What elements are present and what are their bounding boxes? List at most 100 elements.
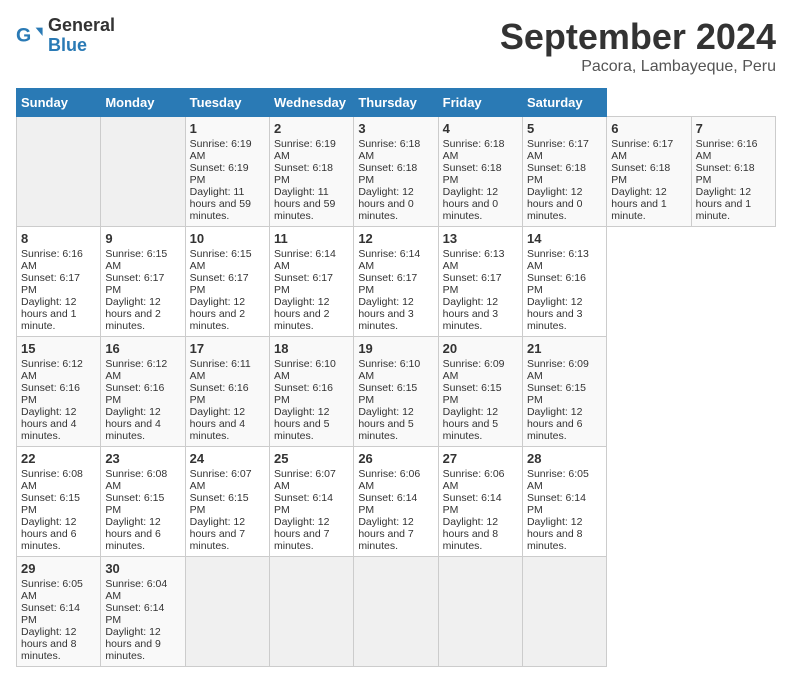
sunrise-text: Sunrise: 6:05 AM — [21, 578, 83, 602]
sunrise-text: Sunrise: 6:18 AM — [358, 138, 420, 162]
title-area: September 2024 Pacora, Lambayeque, Peru — [500, 16, 776, 76]
daylight-text: Daylight: 12 hours and 6 minutes. — [21, 516, 76, 552]
sunrise-text: Sunrise: 6:08 AM — [105, 468, 167, 492]
calendar-week-row: 1Sunrise: 6:19 AMSunset: 6:19 PMDaylight… — [17, 117, 776, 227]
sunset-text: Sunset: 6:15 PM — [105, 492, 164, 516]
calendar-cell: 15Sunrise: 6:12 AMSunset: 6:16 PMDayligh… — [17, 337, 101, 447]
sunrise-text: Sunrise: 6:12 AM — [105, 358, 167, 382]
day-number: 20 — [443, 341, 518, 356]
daylight-text: Daylight: 12 hours and 2 minutes. — [190, 296, 245, 332]
calendar-cell: 14Sunrise: 6:13 AMSunset: 6:16 PMDayligh… — [522, 227, 606, 337]
sunrise-text: Sunrise: 6:13 AM — [443, 248, 505, 272]
daylight-text: Daylight: 12 hours and 0 minutes. — [358, 186, 413, 222]
sunset-text: Sunset: 6:16 PM — [190, 382, 249, 406]
page-header: G General Blue September 2024 Pacora, La… — [16, 16, 776, 76]
day-number: 2 — [274, 121, 349, 136]
header-tuesday: Tuesday — [185, 89, 269, 117]
daylight-text: Daylight: 12 hours and 8 minutes. — [527, 516, 582, 552]
header-thursday: Thursday — [354, 89, 438, 117]
sunset-text: Sunset: 6:14 PM — [105, 602, 164, 626]
month-title: September 2024 — [500, 16, 776, 58]
day-number: 22 — [21, 451, 96, 466]
day-number: 27 — [443, 451, 518, 466]
daylight-text: Daylight: 11 hours and 59 minutes. — [190, 186, 251, 222]
day-number: 6 — [611, 121, 686, 136]
calendar-cell: 18Sunrise: 6:10 AMSunset: 6:16 PMDayligh… — [269, 337, 353, 447]
daylight-text: Daylight: 12 hours and 7 minutes. — [358, 516, 413, 552]
calendar-cell: 20Sunrise: 6:09 AMSunset: 6:15 PMDayligh… — [438, 337, 522, 447]
day-number: 16 — [105, 341, 180, 356]
day-number: 11 — [274, 231, 349, 246]
day-number: 25 — [274, 451, 349, 466]
header-sunday: Sunday — [17, 89, 101, 117]
sunset-text: Sunset: 6:16 PM — [21, 382, 80, 406]
sunset-text: Sunset: 6:18 PM — [696, 162, 755, 186]
sunset-text: Sunset: 6:18 PM — [358, 162, 417, 186]
daylight-text: Daylight: 12 hours and 5 minutes. — [443, 406, 498, 442]
sunset-text: Sunset: 6:14 PM — [21, 602, 80, 626]
sunrise-text: Sunrise: 6:14 AM — [358, 248, 420, 272]
sunrise-text: Sunrise: 6:13 AM — [527, 248, 589, 272]
calendar-cell: 26Sunrise: 6:06 AMSunset: 6:14 PMDayligh… — [354, 447, 438, 557]
sunset-text: Sunset: 6:17 PM — [274, 272, 333, 296]
calendar-cell: 28Sunrise: 6:05 AMSunset: 6:14 PMDayligh… — [522, 447, 606, 557]
sunrise-text: Sunrise: 6:19 AM — [274, 138, 336, 162]
calendar-cell: 3Sunrise: 6:18 AMSunset: 6:18 PMDaylight… — [354, 117, 438, 227]
sunrise-text: Sunrise: 6:17 AM — [611, 138, 673, 162]
day-number: 10 — [190, 231, 265, 246]
logo-general-text: General — [48, 16, 115, 36]
daylight-text: Daylight: 12 hours and 3 minutes. — [527, 296, 582, 332]
daylight-text: Daylight: 12 hours and 1 minute. — [21, 296, 76, 332]
day-number: 19 — [358, 341, 433, 356]
sunrise-text: Sunrise: 6:06 AM — [443, 468, 505, 492]
day-number: 15 — [21, 341, 96, 356]
day-number: 23 — [105, 451, 180, 466]
calendar-cell: 17Sunrise: 6:11 AMSunset: 6:16 PMDayligh… — [185, 337, 269, 447]
sunrise-text: Sunrise: 6:07 AM — [190, 468, 252, 492]
header-friday: Friday — [438, 89, 522, 117]
day-number: 5 — [527, 121, 602, 136]
sunrise-text: Sunrise: 6:05 AM — [527, 468, 589, 492]
sunset-text: Sunset: 6:16 PM — [527, 272, 586, 296]
day-number: 18 — [274, 341, 349, 356]
daylight-text: Daylight: 12 hours and 1 minute. — [611, 186, 666, 222]
sunrise-text: Sunrise: 6:09 AM — [527, 358, 589, 382]
calendar-cell — [101, 117, 185, 227]
calendar-week-row: 15 Sunrise: 6:12 AM Sunset: 6:16 PM Dayligh… — [17, 337, 776, 447]
location-title: Pacora, Lambayeque, Peru — [500, 58, 776, 76]
logo: G General Blue — [16, 16, 115, 56]
day-number: 30 — [105, 561, 180, 576]
day-number: 8 — [21, 231, 96, 246]
calendar-week-row: 22Sunrise: 6:08 AMSunset: 6:15 PMDayligh… — [17, 447, 776, 557]
daylight-text: Daylight: 12 hours and 2 minutes. — [105, 296, 160, 332]
daylight-text: Daylight: 12 hours and 0 minutes. — [527, 186, 582, 222]
sunrise-text: Sunrise: 6:11 AM — [190, 358, 251, 382]
day-number: 17 — [190, 341, 265, 356]
day-number: 1 — [190, 121, 265, 136]
calendar-cell: 8 Sunrise: 6:16 AMSunset: 6:17 PMDaylight… — [17, 227, 101, 337]
calendar-week-row: 8Sunrise: 6:16 AMSunset: 6:17 PMDaylight… — [17, 227, 776, 337]
sunset-text: Sunset: 6:16 PM — [274, 382, 333, 406]
sunset-text: Sunset: 6:19 PM — [190, 162, 249, 186]
calendar-cell: 23Sunrise: 6:08 AMSunset: 6:15 PMDayligh… — [101, 447, 185, 557]
sunrise-text: Sunrise: 6:15 AM — [190, 248, 252, 272]
sunset-text: Sunset: 6:15 PM — [190, 492, 249, 516]
sunrise-text: Sunrise: 6:14 AM — [274, 248, 336, 272]
calendar-cell: 7Sunrise: 6:16 AMSunset: 6:18 PMDaylight… — [691, 117, 775, 227]
day-number: 24 — [190, 451, 265, 466]
sunrise-text: Sunrise: 6:06 AM — [358, 468, 420, 492]
sunrise-text: Sunrise: 6:16 AM — [21, 248, 83, 272]
daylight-text: Daylight: 12 hours and 7 minutes. — [274, 516, 329, 552]
daylight-text: Daylight: 12 hours and 3 minutes. — [358, 296, 413, 332]
daylight-text: Daylight: 11 hours and 59 minutes. — [274, 186, 335, 222]
sunrise-text: Sunrise: 6:04 AM — [105, 578, 167, 602]
header-wednesday: Wednesday — [269, 89, 353, 117]
sunrise-text: Sunrise: 6:10 AM — [274, 358, 336, 382]
daylight-text: Daylight: 12 hours and 9 minutes. — [105, 626, 160, 662]
sunset-text: Sunset: 6:17 PM — [21, 272, 80, 296]
calendar-cell: 9Sunrise: 6:15 AMSunset: 6:17 PMDaylight… — [101, 227, 185, 337]
calendar-cell: 13Sunrise: 6:13 AMSunset: 6:17 PMDayligh… — [438, 227, 522, 337]
sunset-text: Sunset: 6:14 PM — [443, 492, 502, 516]
svg-text:G: G — [16, 24, 31, 46]
daylight-text: Daylight: 12 hours and 8 minutes. — [21, 626, 76, 662]
